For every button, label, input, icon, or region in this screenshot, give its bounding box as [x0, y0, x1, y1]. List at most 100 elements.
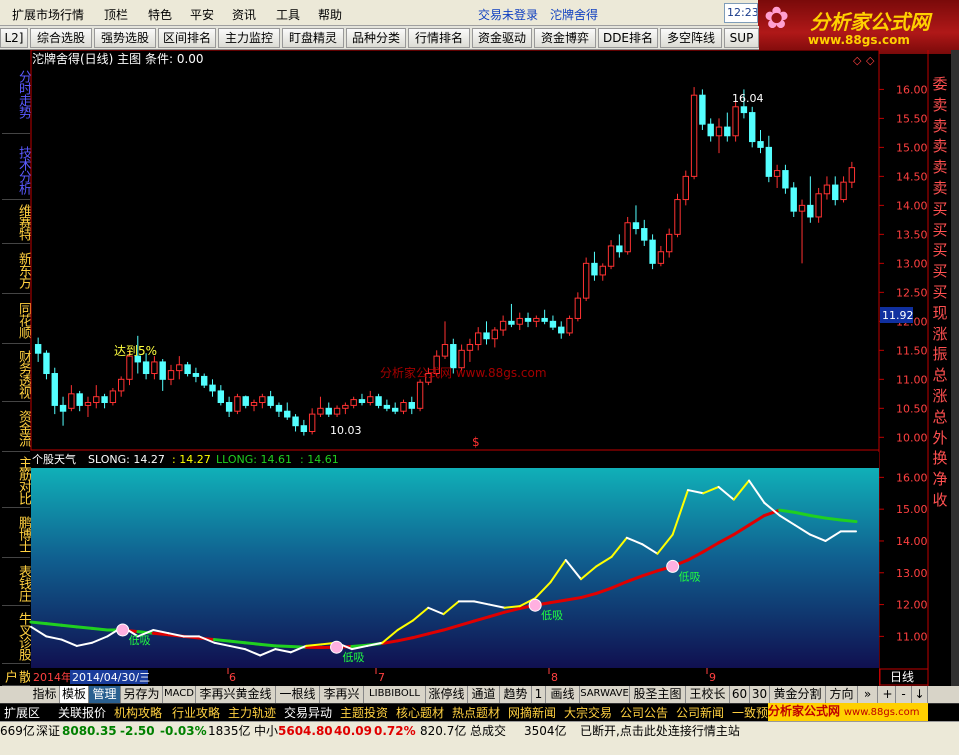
candle-body — [582, 262, 590, 299]
cat-industry[interactable]: 行业攻略 — [172, 705, 220, 721]
tab-li-zaixing[interactable]: 李再兴 — [320, 686, 364, 703]
toolbar: L2] 综合选股 强势选股 区间排名 主力监控 盯盘精灵 品种分类 行情排名 资… — [0, 26, 759, 50]
candle-body — [815, 193, 822, 218]
candle-body — [167, 370, 175, 380]
toolbar-button-fund-drive[interactable]: 资金驱动 — [472, 28, 532, 48]
menu-item-help[interactable]: 帮助 — [318, 6, 342, 23]
tab-sarwave[interactable]: SARWAVE — [580, 686, 630, 703]
menu-item-news[interactable]: 资讯 — [232, 6, 256, 23]
llong-segment — [258, 642, 277, 648]
quote-field-label: 收 — [932, 491, 948, 509]
toolbar-prefix: L2] — [0, 28, 28, 48]
tab-golden-ratio[interactable]: 黄金分割 — [770, 686, 826, 703]
toolbar-button-fund-game[interactable]: 资金博弈 — [534, 28, 596, 48]
toolbar-button-quote-ranking[interactable]: 行情排名 — [408, 28, 470, 48]
sme-board-change: 40.09 — [334, 724, 372, 738]
tab-macd[interactable]: MACD — [163, 686, 196, 703]
quote-field-label: 总 — [932, 366, 948, 385]
tab-channel[interactable]: 通道 — [468, 686, 500, 703]
cat-trade-anomaly[interactable]: 交易异动 — [284, 705, 332, 721]
llong-segment — [90, 626, 109, 632]
tab-li-golden-line[interactable]: 李再兴黄金线 — [196, 686, 276, 703]
cat-hot-topic[interactable]: 热点题材 — [452, 705, 500, 721]
tab-one-line[interactable]: 一根线 — [276, 686, 320, 703]
toolbar-button-main-force-monitor[interactable]: 主力监控 — [218, 28, 280, 48]
cat-theme-invest[interactable]: 主题投资 — [340, 705, 388, 721]
chart-option-icon-2[interactable]: ◇ — [866, 54, 875, 67]
quote-field-label: 买 — [932, 262, 948, 281]
x-label-jun: 6 — [229, 671, 236, 684]
cat-core-topic[interactable]: 核心题材 — [396, 705, 444, 721]
tab-limit-up-line[interactable]: 涨停线 — [426, 686, 468, 703]
tab-template[interactable]: 模板 — [60, 686, 89, 703]
zoom-in-icon[interactable]: + — [880, 686, 896, 703]
candle-body — [707, 123, 714, 137]
connection-message[interactable]: 已断开,点击此处连接行情主站 — [580, 724, 740, 738]
toolbar-button-category[interactable]: 品种分类 — [346, 28, 406, 48]
x-label-sep: 9 — [709, 671, 716, 684]
menu-item-tools[interactable]: 工具 — [276, 6, 300, 23]
tab-libbiboll[interactable]: LIBBIBOLL — [364, 686, 426, 703]
period-label[interactable]: 日线 — [890, 670, 914, 684]
candle-body — [300, 425, 308, 433]
low-buy-marker — [330, 640, 344, 654]
target-annotation: 达到5% — [114, 344, 157, 358]
zoom-out-icon[interactable]: - — [896, 686, 912, 703]
toolbar-button-long-short[interactable]: 多空阵线 — [660, 28, 722, 48]
chart-option-icon[interactable]: ◇ — [853, 54, 862, 67]
candle-body — [657, 251, 665, 264]
trade-login-status[interactable]: 交易未登录 — [478, 6, 538, 23]
tab-manage[interactable]: 管理 — [89, 686, 121, 703]
cat-consensus[interactable]: 一致预 — [732, 705, 768, 721]
toolbar-button-comprehensive-picker[interactable]: 综合选股 — [30, 28, 92, 48]
candle-body — [416, 381, 424, 409]
tab-trend[interactable]: 趋势 — [500, 686, 532, 703]
tab-thirty[interactable]: 30 — [750, 686, 770, 703]
cat-extension[interactable]: 扩展区 — [4, 705, 40, 721]
cat-institution[interactable]: 机构攻略 — [114, 705, 162, 721]
toolbar-button-strong-picker[interactable]: 强势选股 — [94, 28, 156, 48]
candle-body — [690, 94, 698, 177]
x-axis-bar — [31, 668, 879, 686]
toolbar-button-range-ranking[interactable]: 区间排名 — [158, 28, 216, 48]
menu-item-features[interactable]: 特色 — [148, 6, 172, 23]
tab-gusheng-main[interactable]: 股圣主图 — [630, 686, 686, 703]
sub-chart-plot — [31, 468, 879, 668]
logo-url: www.88gs.com — [808, 33, 910, 47]
tab-one[interactable]: 1 — [532, 686, 546, 703]
menu-item-top-bar[interactable]: 顶栏 — [104, 6, 128, 23]
cat-company-news[interactable]: 公司新闻 — [676, 705, 724, 721]
candle-body — [483, 332, 490, 340]
menu-item-pingan[interactable]: 平安 — [190, 6, 214, 23]
tab-direction[interactable]: 方向 — [826, 686, 858, 703]
cat-main-force-track[interactable]: 主力轨迹 — [228, 705, 276, 721]
candle-body — [259, 396, 266, 404]
cat-web-news[interactable]: 网摘新闻 — [508, 705, 556, 721]
right-scrollbar[interactable] — [951, 50, 959, 686]
y-tick-label: 14.00 — [896, 199, 928, 212]
tab-draw-line[interactable]: 画线 — [546, 686, 580, 703]
toolbar-button-dde-ranking[interactable]: DDE排名 — [598, 28, 658, 48]
tab-more-icon[interactable]: » — [858, 686, 878, 703]
quote-field-label: 外 — [932, 428, 948, 447]
toolbar-button-watch-spirit[interactable]: 盯盘精灵 — [282, 28, 344, 48]
tab-sixty[interactable]: 60 — [730, 686, 750, 703]
candle-body — [317, 407, 324, 415]
candle-body — [616, 245, 623, 253]
tab-save-as[interactable]: 另存为 — [121, 686, 163, 703]
sub-y-tick-label: 11.00 — [896, 630, 928, 643]
scroll-down-icon[interactable]: ↓ — [912, 686, 928, 703]
y-tick-label: 13.50 — [896, 228, 928, 241]
toolbar-button-sup[interactable]: SUP统 — [724, 28, 759, 48]
quote-field-label: 总 — [932, 407, 948, 426]
tab-indicator[interactable]: 指标 — [30, 686, 60, 703]
cat-announcement[interactable]: 公司公告 — [620, 705, 668, 721]
candle-body — [807, 204, 814, 218]
tab-wang-principal[interactable]: 王校长 — [686, 686, 730, 703]
menu-item-extended-market[interactable]: 扩展市场行情 — [12, 6, 84, 23]
cat-block-trade[interactable]: 大宗交易 — [564, 705, 612, 721]
candle-body — [566, 317, 573, 334]
chart-area[interactable]: 沱牌舍得(日线) 主图 条件: 0.00 ◇ ◇ 16.00 15.50 15.00… — [0, 50, 959, 686]
cat-related-quote[interactable]: 关联报价 — [58, 705, 106, 721]
szse-index-change: -2.50 — [120, 724, 155, 738]
